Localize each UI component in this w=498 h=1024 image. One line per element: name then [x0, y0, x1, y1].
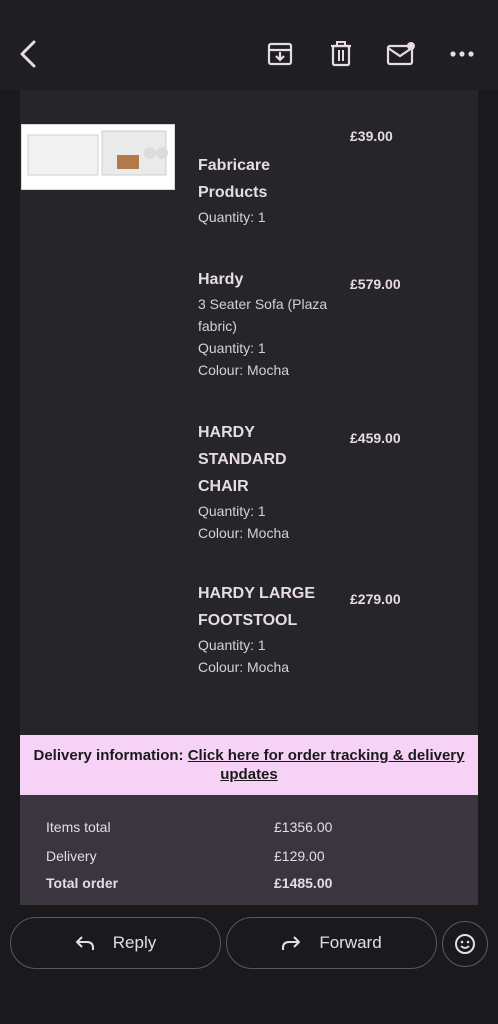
top-app-bar [0, 0, 498, 90]
order-item: Hardy 3 Seater Sofa (Plaza fabric) Quant… [198, 266, 338, 381]
order-item: HARDY LARGE FOOTSTOOL Quantity: 1 Colour… [198, 580, 338, 678]
delivery-label: Delivery information: [33, 747, 184, 764]
item-detail: Quantity: 1 [198, 209, 266, 225]
item-detail: Quantity: 1 [198, 340, 266, 356]
item-detail: Quantity: 1 [198, 637, 266, 653]
more-icon [450, 51, 474, 57]
order-tracking-link[interactable]: Click here for order tracking & delivery… [188, 747, 465, 783]
order-item: Fabricare Products Quantity: 1 [198, 152, 338, 228]
item-detail: Colour: Mocha [198, 362, 290, 378]
delete-button[interactable] [321, 34, 361, 74]
item-price: £279.00 [350, 591, 401, 607]
bottom-action-bar: Reply Forward [0, 905, 498, 1024]
delivery-row: Delivery £129.00 [46, 848, 446, 864]
trash-icon [331, 41, 351, 67]
archive-icon [267, 42, 293, 66]
delivery-cost-value: £129.00 [274, 848, 325, 864]
forward-button[interactable]: Forward [226, 917, 437, 969]
order-totals: Items total £1356.00 Delivery £129.00 To… [20, 795, 478, 905]
total-order-label: Total order [46, 875, 119, 891]
reply-icon [75, 936, 94, 950]
item-name: Hardy [198, 271, 244, 288]
items-total-value: £1356.00 [274, 819, 333, 835]
item-name: HARDY STANDARD CHAIR [198, 424, 287, 495]
product-image [21, 124, 175, 190]
back-arrow-icon [20, 40, 36, 68]
items-total-label: Items total [46, 819, 111, 835]
item-name: Fabricare Products [198, 157, 271, 201]
items-total-row: Items total £1356.00 [46, 819, 446, 835]
item-detail: Quantity: 1 [198, 503, 266, 519]
item-name: HARDY LARGE FOOTSTOOL [198, 585, 316, 629]
item-detail: Colour: Mocha [198, 659, 290, 675]
emoji-reaction-button[interactable] [442, 921, 488, 967]
archive-button[interactable] [260, 34, 300, 74]
item-price: £459.00 [350, 430, 401, 446]
total-order-row: Total order £1485.00 [46, 875, 446, 891]
reply-button[interactable]: Reply [10, 917, 221, 969]
more-options-button[interactable] [442, 34, 482, 74]
reply-label: Reply [112, 933, 157, 952]
emoji-icon [455, 934, 475, 954]
item-detail: 3 Seater Sofa (Plaza fabric) [198, 296, 328, 334]
mark-unread-button[interactable] [381, 34, 421, 74]
mark-unread-icon [386, 42, 415, 66]
item-price: £579.00 [350, 276, 401, 292]
total-order-value: £1485.00 [274, 875, 333, 891]
item-detail: Colour: Mocha [198, 525, 290, 541]
delivery-info-banner: Delivery information: Click here for ord… [20, 735, 478, 795]
delivery-cost-label: Delivery [46, 848, 97, 864]
back-button[interactable] [8, 34, 48, 74]
forward-label: Forward [319, 933, 382, 952]
order-item: HARDY STANDARD CHAIR Quantity: 1 Colour:… [198, 419, 338, 544]
item-price: £39.00 [350, 128, 393, 144]
forward-icon [282, 936, 301, 950]
